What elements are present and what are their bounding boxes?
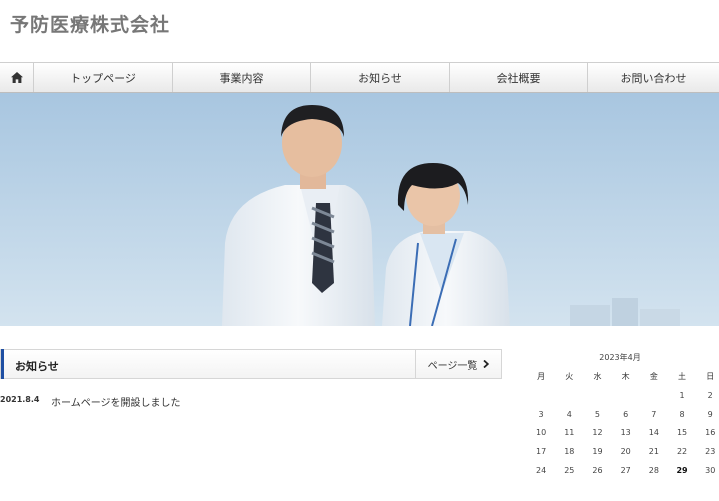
- calendar-day: [612, 386, 640, 405]
- news-title: お知らせ: [15, 360, 59, 373]
- calendar-day: 24: [536, 466, 547, 476]
- nav-item-news[interactable]: お知らせ: [311, 63, 450, 92]
- hero-image: [0, 93, 719, 326]
- nav-item-business[interactable]: 事業内容: [173, 63, 311, 92]
- calendar-day: 15: [676, 428, 688, 438]
- weekday: 火: [565, 371, 574, 381]
- calendar-day: 21: [648, 447, 659, 457]
- calendar-day: 4: [566, 409, 572, 419]
- nav-item-top[interactable]: トップページ: [34, 63, 173, 92]
- news-item: 2021.8.4 ホームページを開設しました: [0, 394, 500, 409]
- home-icon: [10, 72, 23, 83]
- calendar-day: 27: [620, 466, 631, 476]
- weekday: 土: [678, 371, 687, 381]
- calendar-week: 17 18 19 20 21 22 23: [527, 442, 719, 461]
- calendar-day: 14: [648, 428, 659, 438]
- calendar-day: 11: [564, 428, 575, 438]
- calendar-day: 12: [592, 428, 603, 438]
- calendar-day: 23: [705, 447, 716, 457]
- calendar-week: 12: [527, 386, 719, 405]
- calendar-day: 19: [592, 447, 603, 457]
- calendar-day: 5: [594, 409, 601, 419]
- calendar: 2023年4月 月 火 水 木 金 土 日 1 2 3 4 5 6 7 8 9 10 11 12 13 1…: [527, 350, 719, 480]
- calendar-day: 3: [538, 409, 544, 419]
- calendar-day: [527, 386, 555, 405]
- calendar-day: 16: [705, 428, 716, 438]
- page-list-label: ページ一覧: [427, 360, 478, 372]
- calendar-week: 10 11 12 13 14 15 16: [527, 424, 719, 443]
- calendar-day: 18: [564, 447, 575, 457]
- calendar-day: [555, 386, 583, 405]
- calendar-caption: 2023年4月: [599, 353, 641, 362]
- calendar-day: 28: [648, 466, 659, 476]
- calendar-day: 29: [676, 466, 688, 476]
- calendar-day: 2: [707, 390, 713, 400]
- calendar-day: 13: [620, 428, 631, 438]
- page-list-button[interactable]: ページ一覧: [415, 350, 501, 378]
- calendar-day: 1: [679, 390, 685, 400]
- calendar-day: 20: [620, 447, 631, 457]
- hero-photo: [0, 93, 719, 326]
- calendar-day: 8: [679, 409, 685, 419]
- news-link[interactable]: ホームページを開設しました: [51, 394, 181, 409]
- calendar-day: 25: [564, 466, 575, 476]
- nav-item-contact[interactable]: お問い合わせ: [588, 63, 719, 92]
- weekday: 水: [593, 371, 602, 381]
- calendar-day: 26: [592, 466, 603, 476]
- nav-item-company[interactable]: 会社概要: [450, 63, 588, 92]
- calendar-body: 1 2 3 4 5 6 7 8 9 10 11 12 13 14 15 16 17 18 19 20 21 22 23 24 2…: [527, 386, 719, 480]
- calendar-day: 22: [676, 447, 688, 457]
- calendar-day: 9: [707, 409, 713, 419]
- weekday: 木: [621, 371, 630, 381]
- calendar-day: 10: [536, 428, 547, 438]
- site-title[interactable]: 予防医療株式会社: [10, 10, 170, 37]
- accent-bar: [1, 349, 4, 379]
- weekday: 金: [649, 371, 658, 381]
- global-nav: トップページ 事業内容 お知らせ 会社概要 お問い合わせ: [0, 62, 719, 93]
- chevron-right-icon: [483, 360, 490, 368]
- nav-home[interactable]: [0, 63, 34, 92]
- site-header: 予防医療株式会社: [0, 0, 719, 62]
- calendar-week: 24 25 26 27 28 29 30: [527, 461, 719, 480]
- news-header: お知らせ ページ一覧: [0, 349, 502, 379]
- weekday: 月: [537, 371, 546, 381]
- news-date: 2021.8.4: [0, 395, 40, 404]
- calendar-day: 7: [651, 409, 657, 419]
- weekday: 日: [706, 371, 715, 381]
- calendar-weekdays: 月 火 水 木 金 土 日: [527, 366, 719, 386]
- calendar-day: 17: [536, 447, 547, 457]
- calendar-day: [640, 386, 668, 405]
- calendar-day: 6: [623, 409, 629, 419]
- calendar-day: 30: [705, 466, 716, 476]
- calendar-table: 月 火 水 木 金 土 日 1 2 3 4 5 6 7 8 9 10 11 12 13 14 15 16 17 1…: [527, 366, 719, 480]
- calendar-week: 3 4 5 6 7 8 9: [527, 405, 719, 424]
- calendar-day: [583, 386, 611, 405]
